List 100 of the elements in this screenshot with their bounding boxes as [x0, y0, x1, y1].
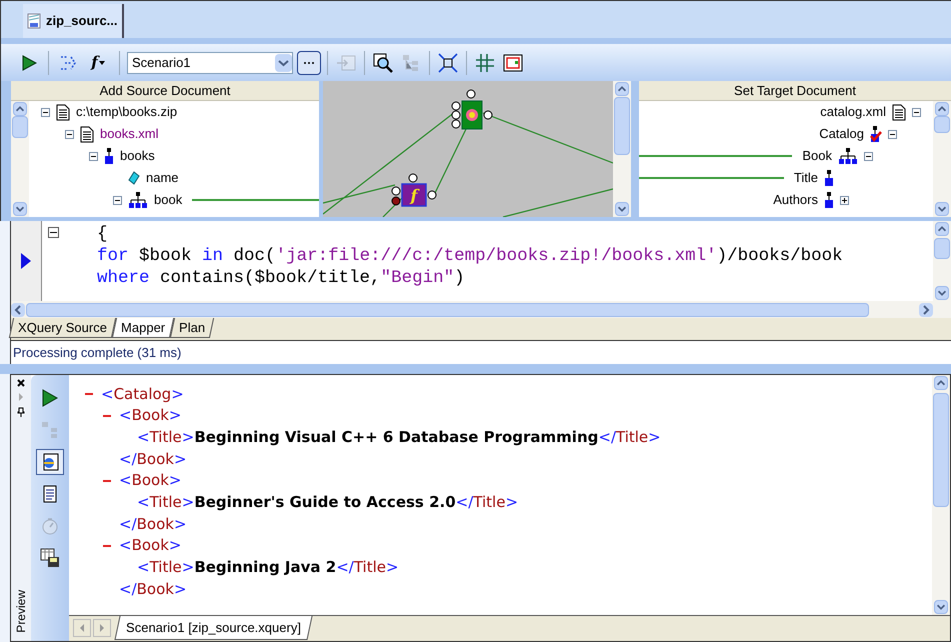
- tree-node-label[interactable]: books.xml: [100, 124, 159, 144]
- right-arrow-icon: [99, 624, 105, 632]
- tree-node-label[interactable]: Book: [802, 146, 832, 166]
- fold-toggle-icon: [48, 227, 59, 238]
- tree-node-label[interactable]: Authors: [773, 190, 818, 210]
- code-line: for $book in doc('jar:file:///c:/temp/books.zip!/books.xml')/books/book: [97, 245, 844, 267]
- xml-tag: </Book>: [119, 512, 187, 536]
- scrollbar-thumb[interactable]: [12, 116, 28, 138]
- mapping-diagram-drawing: f: [323, 81, 613, 217]
- status-bar: Processing complete (31 ms): [10, 340, 951, 364]
- search-icon: [373, 52, 393, 72]
- repeating-element-icon: [838, 147, 858, 165]
- document-icon: [892, 104, 906, 120]
- left-arrow-icon: [79, 624, 85, 632]
- save-icon: [40, 548, 60, 568]
- collapse-toggle[interactable]: [888, 130, 897, 138]
- xml-tag: <Title>: [137, 426, 194, 448]
- preview-label[interactable]: Preview: [12, 590, 30, 633]
- collapse-toggle[interactable]: [89, 152, 98, 160]
- play-icon: [21, 54, 37, 70]
- document-icon: [80, 126, 94, 142]
- title-text: Beginning Java 2: [194, 557, 336, 578]
- arrows-inward-icon: [438, 52, 458, 72]
- xml-tag: </Book>: [119, 448, 187, 470]
- caret-icon: [98, 60, 105, 64]
- document-icon: [56, 104, 70, 120]
- arrow-into-box-icon: [336, 54, 356, 70]
- xml-tag: </Title>: [336, 556, 399, 579]
- browse-button[interactable]: [297, 50, 321, 74]
- xml-tag: </Book>: [119, 578, 187, 600]
- scroll-down-button[interactable]: [934, 600, 948, 614]
- xml-tag: <Book>: [119, 404, 182, 427]
- tree-icon: [41, 421, 59, 439]
- frame-icon: [503, 54, 523, 72]
- scrollbar-thumb[interactable]: [934, 116, 950, 134]
- collapse-toggle[interactable]: [912, 108, 921, 116]
- scroll-down-button[interactable]: [935, 286, 949, 300]
- browser-tool-button[interactable]: [36, 449, 64, 475]
- view-tab[interactable]: Plan: [170, 318, 214, 338]
- scrollbar-thumb[interactable]: [933, 392, 949, 507]
- tree-node-label[interactable]: name: [146, 168, 179, 188]
- document-tab[interactable]: zip_sourc...: [23, 4, 124, 38]
- expand-toggle[interactable]: [840, 196, 849, 204]
- title-text: Beginner's Guide to Access 2.0: [194, 492, 456, 514]
- xml-tag: <Book>: [119, 534, 182, 557]
- tree-node-label[interactable]: book: [154, 190, 182, 210]
- scroll-down-button[interactable]: [13, 202, 27, 216]
- code-line: {: [97, 223, 109, 245]
- browser-icon: [41, 453, 59, 471]
- collapse-toggle[interactable]: [864, 152, 873, 160]
- attribute-icon: [128, 171, 140, 185]
- code-line: where contains($book/title,"Begin"): [97, 267, 466, 289]
- scrollbar-thumb[interactable]: [26, 302, 869, 316]
- search-button[interactable]: [371, 50, 395, 74]
- target-header[interactable]: Set Target Document: [639, 81, 951, 101]
- scrollbar-thumb[interactable]: [614, 96, 630, 155]
- element-icon: [104, 147, 114, 165]
- current-line-marker-icon: [20, 252, 32, 270]
- align-icon: [475, 52, 495, 72]
- xml-tag: <Title>: [137, 491, 194, 514]
- tree-node-label[interactable]: Title: [794, 168, 818, 188]
- scroll-up-button[interactable]: [615, 82, 629, 96]
- scroll-right-button[interactable]: [919, 302, 933, 316]
- xml-tag: <Catalog>: [101, 382, 184, 406]
- close-icon[interactable]: [17, 379, 25, 387]
- scroll-down-button[interactable]: [615, 202, 629, 216]
- play-icon: [42, 389, 58, 407]
- source-header[interactable]: Add Source Document: [11, 81, 319, 101]
- element-icon: [824, 169, 834, 187]
- scroll-up-button[interactable]: [13, 102, 27, 116]
- scroll-up-button[interactable]: [934, 376, 948, 390]
- scenario-dropdown[interactable]: Scenario1: [127, 52, 293, 74]
- tree-node-label[interactable]: Catalog: [819, 124, 864, 144]
- scenario-tab[interactable]: Scenario1 [zip_source.xquery]: [114, 616, 312, 640]
- tree-icon: [402, 54, 420, 72]
- view-tab[interactable]: Mapper: [112, 318, 174, 338]
- xml-tag: <Title>: [137, 556, 194, 579]
- tree-node-label[interactable]: catalog.xml: [820, 102, 886, 122]
- scroll-up-button[interactable]: [935, 222, 949, 236]
- tree-node-label[interactable]: books: [120, 146, 155, 166]
- scrollbar-thumb[interactable]: [934, 238, 950, 260]
- function-button[interactable]: f: [84, 50, 112, 74]
- element-icon: [824, 191, 834, 209]
- xml-tag: </Title>: [456, 491, 518, 514]
- xml-tag: </Title>: [598, 426, 661, 448]
- tree-node-label[interactable]: c:\temp\books.zip: [76, 102, 178, 122]
- ellipsis-icon: [303, 60, 315, 64]
- root-element-icon: [870, 125, 882, 143]
- view-tab[interactable]: XQuery Source: [8, 318, 116, 338]
- title-text: Beginning Visual C++ 6 Database Programming: [194, 426, 598, 448]
- collapse-toggle[interactable]: [113, 196, 122, 204]
- fit-button[interactable]: [436, 50, 460, 74]
- document-icon: [43, 485, 57, 503]
- collapse-toggle[interactable]: [65, 130, 74, 138]
- scroll-left-button[interactable]: [11, 302, 25, 316]
- pin-icon[interactable]: [17, 407, 25, 417]
- collapse-toggle[interactable]: [41, 108, 50, 116]
- scroll-down-button[interactable]: [935, 202, 949, 216]
- file-icon: [27, 13, 41, 29]
- scroll-up-button[interactable]: [935, 102, 949, 116]
